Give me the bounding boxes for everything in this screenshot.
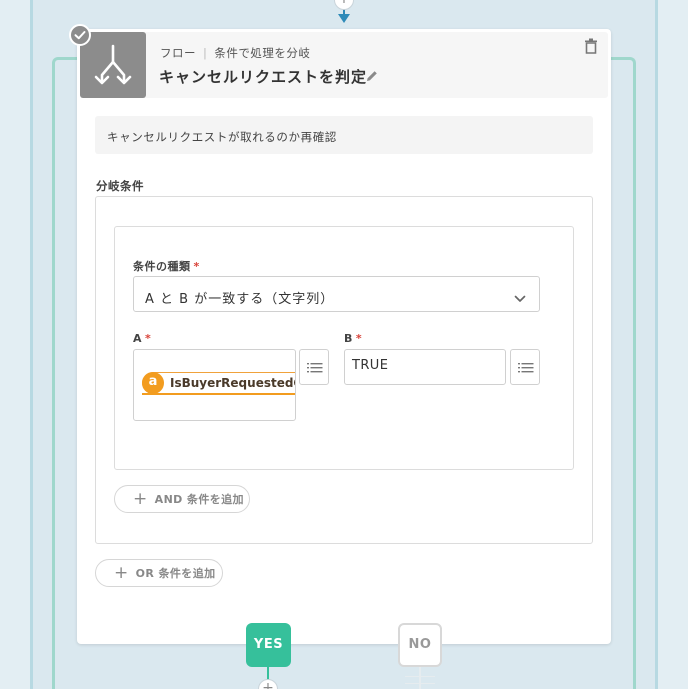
amazon-icon: a — [142, 372, 164, 394]
field-a-label: A * — [133, 332, 151, 345]
list-icon — [307, 363, 323, 373]
field-b-list-button[interactable] — [510, 349, 540, 385]
required-mark: * — [193, 260, 200, 273]
add-and-condition-button[interactable]: + AND 条件を追加 — [114, 485, 250, 513]
node-title: キャンセルリクエストを判定 — [159, 68, 368, 86]
field-b-label: B * — [344, 332, 362, 345]
add-or-condition-label: OR 条件を追加 — [135, 567, 216, 580]
left-lane-border — [30, 0, 33, 689]
right-lane-border — [655, 0, 658, 689]
plus-icon: + — [114, 562, 129, 583]
condition-type-value: A と B が一致する（文字列） — [145, 292, 335, 307]
field-a-label-text: A — [133, 332, 143, 345]
condition-type-label: 条件の種類 * — [133, 258, 200, 274]
variable-token[interactable]: a IsBuyerRequestedCancel — [142, 372, 295, 394]
yes-branch-tab[interactable]: YES — [246, 623, 291, 667]
field-b-value: TRUE — [352, 358, 389, 373]
no-branch-line — [419, 667, 421, 689]
condition-type-label-text: 条件の種類 — [133, 260, 191, 273]
conditions-section-label: 分岐条件 — [96, 179, 144, 193]
no-branch-line-h — [405, 676, 435, 677]
field-b-label-text: B — [344, 332, 353, 345]
field-a-input[interactable]: a IsBuyerRequestedCancel — [133, 349, 296, 421]
breadcrumb-category: フロー — [160, 46, 196, 60]
required-mark: * — [145, 332, 152, 345]
check-icon — [69, 24, 91, 46]
no-branch-tab[interactable]: NO — [398, 623, 442, 667]
breadcrumb-separator: | — [203, 46, 208, 60]
variable-token-label: IsBuyerRequestedCancel — [170, 376, 295, 390]
add-or-condition-button[interactable]: + OR 条件を追加 — [95, 559, 223, 587]
breadcrumb: フロー | 条件で処理を分岐 — [160, 45, 310, 61]
left-lane — [0, 0, 30, 689]
add-step-button-top[interactable]: + — [334, 0, 354, 10]
list-icon — [518, 363, 534, 373]
add-and-condition-label: AND 条件を追加 — [154, 493, 244, 506]
breadcrumb-type: 条件で処理を分岐 — [214, 46, 311, 60]
required-mark: * — [355, 332, 363, 345]
node-description: キャンセルリクエストが取れるのか再確認 — [107, 130, 337, 144]
field-a-list-button[interactable] — [299, 349, 329, 385]
chevron-down-icon[interactable] — [514, 289, 526, 302]
branch-flow-icon — [80, 32, 146, 98]
variable-token-underline — [142, 393, 295, 395]
no-branch-line-h2 — [405, 683, 435, 684]
node-header[interactable] — [80, 32, 608, 98]
edit-pencil-icon[interactable] — [365, 68, 379, 82]
plus-icon: + — [133, 488, 148, 509]
right-lane — [658, 0, 688, 689]
trash-icon[interactable] — [584, 38, 598, 54]
connector-arrow-icon — [338, 14, 350, 23]
